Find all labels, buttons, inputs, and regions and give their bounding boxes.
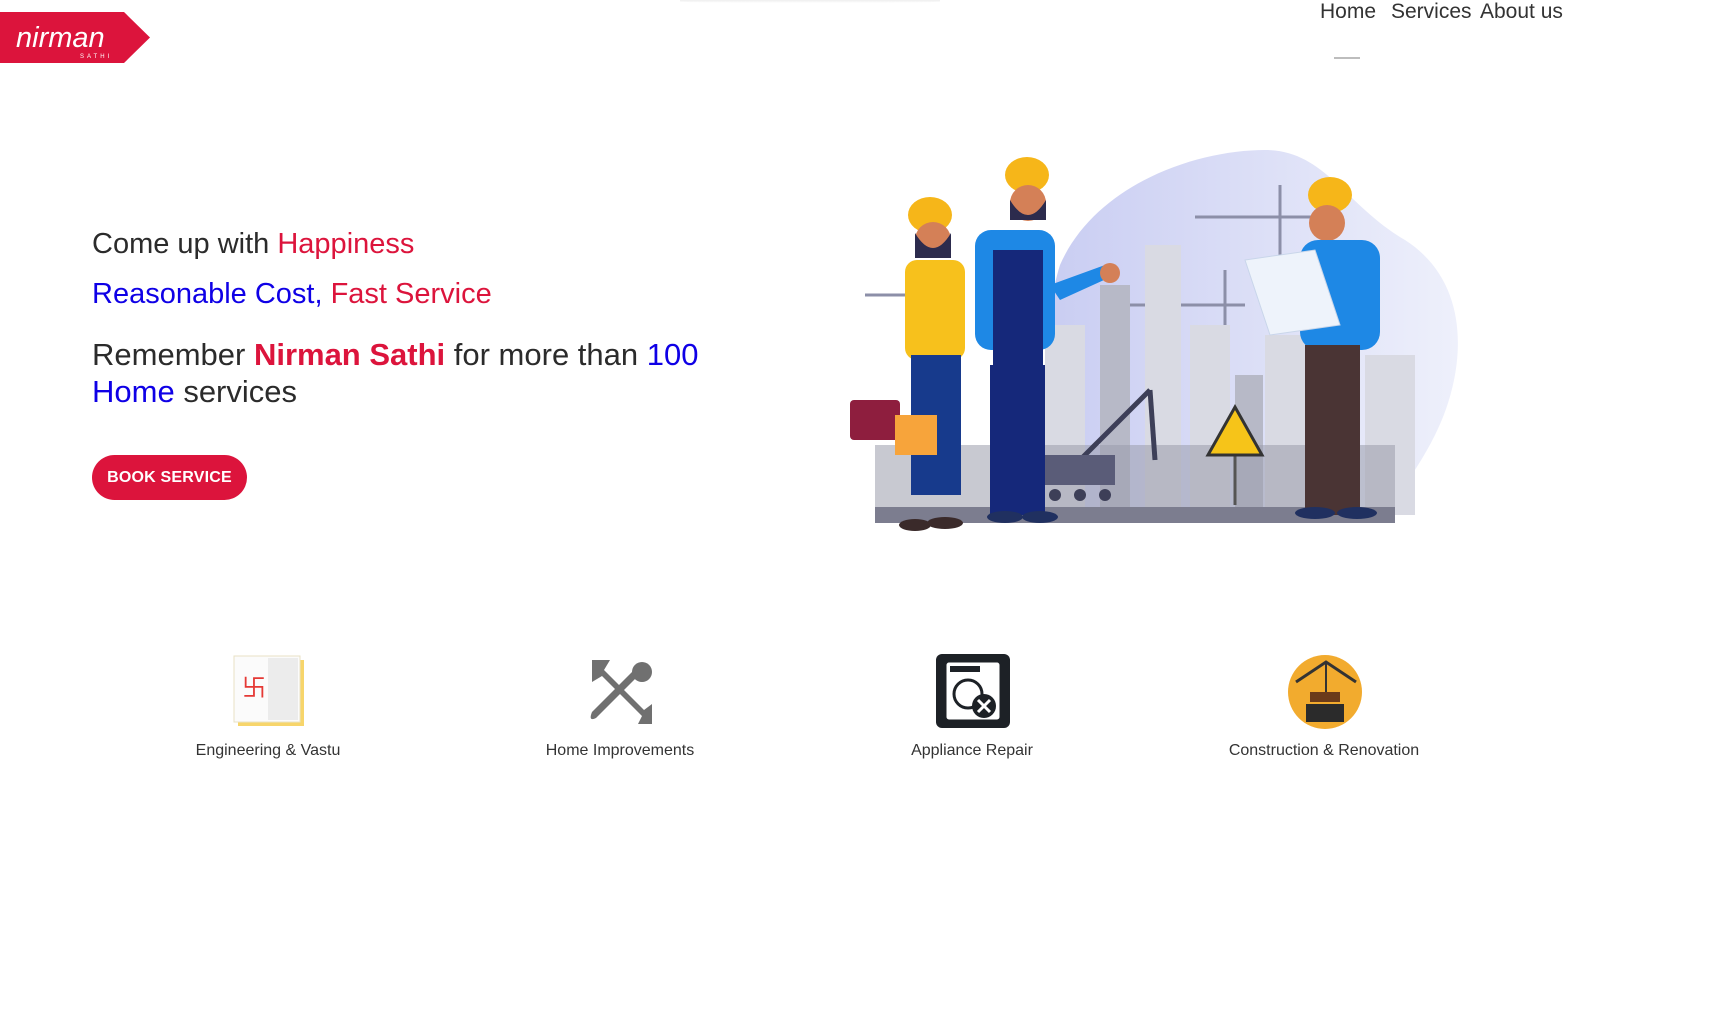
hero-headline-brand: Nirman Sathi — [253, 337, 446, 372]
hero-tagline-2: Reasonable Cost, Fast Service — [92, 276, 492, 312]
nirman-sathi-logo[interactable]: nirman SATHI — [0, 12, 150, 63]
hero-headline: Remember Nirman Sathi for more than 100 H… — [92, 336, 732, 410]
service-appliance-repair[interactable]: Appliance Repair — [822, 652, 1122, 772]
service-engineering-vastu[interactable]: 卐 Engineering & Vastu — [118, 652, 418, 772]
hero-tagline-2-a: Reasonable Cost, — [92, 278, 323, 310]
service-label: Home Improvements — [545, 742, 695, 759]
svg-text:卐: 卐 — [242, 674, 266, 702]
hero-tagline-1: Come up with Happiness — [92, 226, 414, 262]
svg-text:SATHI: SATHI — [80, 54, 112, 60]
hero-headline-count: 100 — [646, 337, 699, 372]
vastu-book-icon: 卐 — [233, 655, 304, 726]
hero-tagline-1-a: Come up with — [92, 228, 278, 260]
nav-about-us[interactable]: About us — [1480, 0, 1563, 24]
construction-crane-icon — [1288, 655, 1362, 729]
construction-workers-illustration — [850, 150, 1458, 531]
top-shadow — [680, 0, 940, 3]
book-service-button[interactable]: BOOK SERVICE — [92, 455, 247, 500]
hero-headline-c: for more than — [445, 337, 647, 372]
nav-active-indicator — [1334, 57, 1360, 59]
service-construction-renovation[interactable]: Construction & Renovation — [1174, 652, 1474, 772]
hero-tagline-1-b: Happiness — [277, 228, 415, 260]
service-home-improvements[interactable]: Home Improvements — [470, 652, 770, 772]
service-label: Construction & Renovation — [1228, 742, 1420, 759]
hero-tagline-2-b: Fast Service — [322, 278, 492, 310]
hero-headline-f: services — [174, 374, 298, 409]
nav-services[interactable]: Services — [1391, 0, 1472, 24]
service-label: Appliance Repair — [911, 742, 1033, 759]
nav-home[interactable]: Home — [1320, 0, 1376, 24]
svg-text:nirman: nirman — [16, 22, 105, 54]
tools-icon — [590, 660, 652, 724]
hero-headline-a: Remember — [92, 337, 254, 372]
washing-machine-repair-icon — [936, 654, 1010, 728]
service-label: Engineering & Vastu — [195, 742, 341, 759]
hero-headline-home: Home — [92, 374, 175, 409]
